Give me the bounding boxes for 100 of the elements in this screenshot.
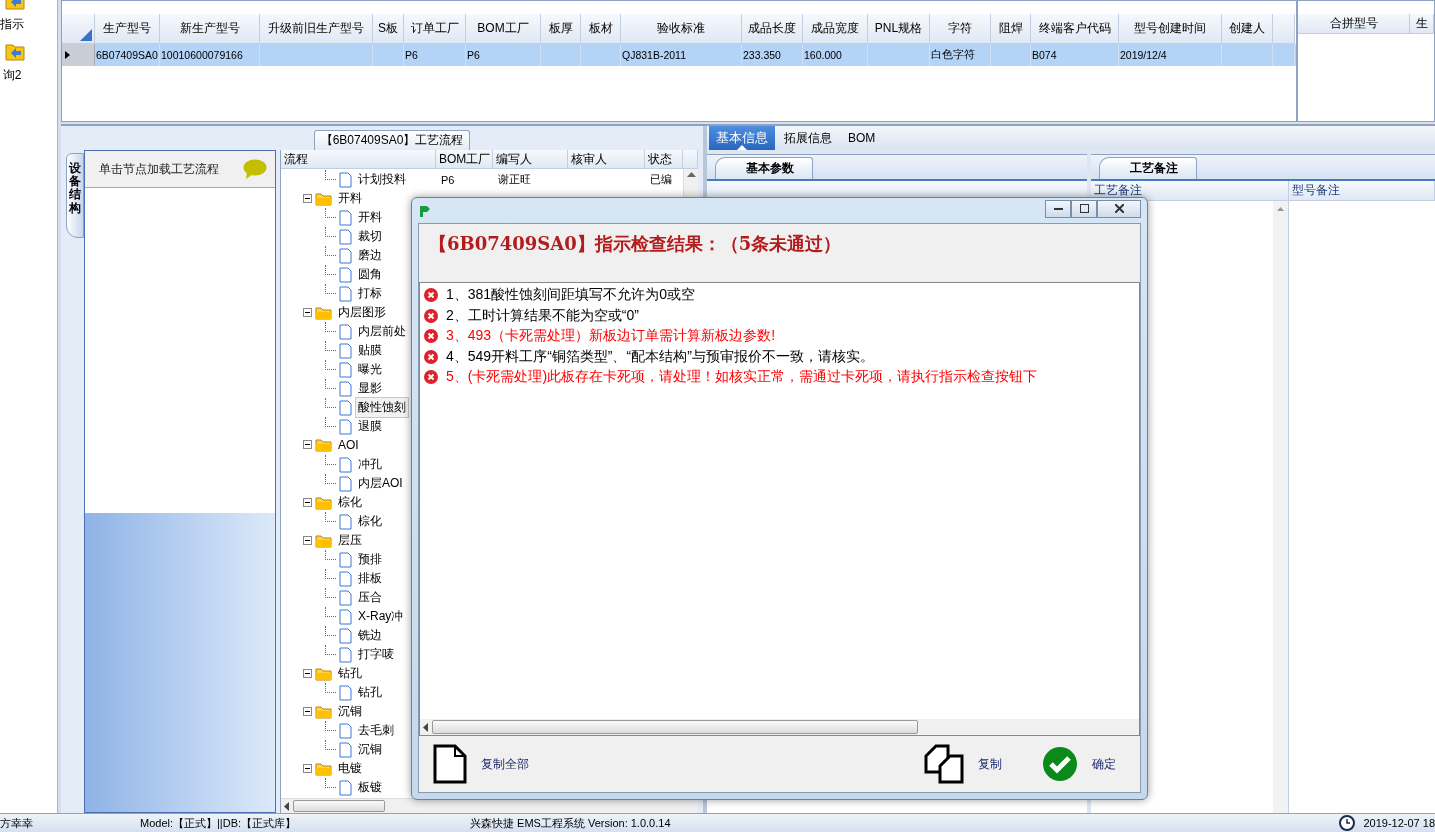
scroll-left-icon[interactable] bbox=[423, 722, 428, 732]
nav-label[interactable]: 指示 bbox=[0, 16, 24, 33]
column-header[interactable]: 创建人 bbox=[1222, 14, 1273, 44]
scrollbar[interactable] bbox=[420, 719, 1139, 735]
tab[interactable]: 基本信息 bbox=[709, 126, 775, 150]
tree-node[interactable]: 曝光 bbox=[355, 359, 385, 380]
tree-node[interactable]: X-Ray冲 bbox=[355, 606, 407, 627]
tree-node[interactable]: 板镀 bbox=[355, 777, 385, 798]
copy-icon bbox=[924, 744, 964, 784]
column-header[interactable]: 验收标准 bbox=[621, 14, 742, 44]
tree-node[interactable]: 去毛刺 bbox=[355, 720, 397, 741]
panel-tab[interactable]: 【6B07409SA0】工艺流程 bbox=[313, 130, 471, 150]
tab[interactable]: 拓展信息 bbox=[777, 126, 839, 150]
tree-node[interactable]: 贴膜 bbox=[355, 340, 385, 361]
tree-node[interactable]: 内层AOI bbox=[355, 473, 406, 494]
tree-node[interactable]: 酸性蚀刻 bbox=[355, 397, 409, 418]
column-header[interactable]: 合拼型号 bbox=[1298, 14, 1410, 34]
column-header[interactable]: 订单工厂 bbox=[404, 14, 466, 44]
side-tab[interactable]: 设备结构 bbox=[66, 153, 84, 238]
column-header[interactable]: 流程 bbox=[281, 150, 436, 169]
column-header[interactable]: 阻焊 bbox=[991, 14, 1031, 44]
column-header[interactable]: S板 bbox=[373, 14, 404, 44]
result-item[interactable]: 2、工时计算结果不能为空或“0” bbox=[446, 306, 639, 325]
collapse-icon[interactable] bbox=[303, 536, 312, 545]
collapse-icon[interactable] bbox=[303, 194, 312, 203]
close-button[interactable] bbox=[1097, 199, 1141, 218]
tree-node[interactable]: 沉铜 bbox=[355, 739, 385, 760]
result-item[interactable]: 1、381酸性蚀刻间距填写不允许为0或空 bbox=[446, 286, 695, 305]
tab[interactable]: BOM bbox=[841, 126, 883, 150]
scroll-thumb[interactable] bbox=[432, 720, 918, 734]
minimize-button[interactable] bbox=[1045, 199, 1071, 218]
scrollbar[interactable] bbox=[1273, 201, 1288, 813]
tree-node[interactable]: 铣边 bbox=[355, 625, 385, 646]
maximize-button[interactable] bbox=[1071, 199, 1097, 218]
tree-node[interactable]: 开料 bbox=[355, 207, 385, 228]
collapse-icon[interactable] bbox=[303, 669, 312, 678]
tree-node[interactable]: 开料 bbox=[335, 188, 365, 209]
collapse-icon[interactable] bbox=[303, 308, 312, 317]
table-row[interactable]: 6B07409SA0 10010600079166 P6 P6 QJ831B-2011 233.350 160.000 白色字符 B074 2019/12/4 bbox=[62, 44, 1296, 66]
collapse-icon[interactable] bbox=[303, 764, 312, 773]
row-header[interactable] bbox=[62, 44, 95, 66]
collapse-icon[interactable] bbox=[303, 707, 312, 716]
column-header[interactable]: 终端客户代码 bbox=[1031, 14, 1119, 44]
tree-node[interactable]: 沉铜 bbox=[335, 701, 365, 722]
tree-node[interactable]: 退膜 bbox=[355, 416, 385, 437]
column-header[interactable]: 型号创建时间 bbox=[1119, 14, 1222, 44]
scroll-thumb[interactable] bbox=[293, 800, 385, 812]
column-header[interactable]: 状态 bbox=[645, 150, 683, 169]
tree-node[interactable]: 打标 bbox=[355, 283, 385, 304]
scroll-up-icon[interactable] bbox=[1277, 207, 1284, 211]
nav-label[interactable]: 询2 bbox=[2, 67, 22, 84]
column-header[interactable]: BOM工厂 bbox=[436, 150, 493, 169]
scrollbar[interactable] bbox=[281, 798, 698, 813]
column-header[interactable]: 板材 bbox=[581, 14, 621, 44]
column-header[interactable]: 生 bbox=[1410, 14, 1434, 34]
scroll-left-icon[interactable] bbox=[284, 801, 289, 811]
panel-tab[interactable]: 基本参数 bbox=[715, 157, 813, 179]
column-header[interactable]: BOM工厂 bbox=[466, 14, 541, 44]
tree-node[interactable]: 计划投料 bbox=[355, 169, 409, 190]
confirm-button[interactable]: 确定 bbox=[1042, 746, 1116, 782]
column-header[interactable]: 成品长度 bbox=[742, 14, 803, 44]
column-header[interactable]: 新生产型号 bbox=[160, 14, 260, 44]
panel-tab[interactable]: 工艺备注 bbox=[1099, 157, 1197, 179]
collapse-icon[interactable] bbox=[303, 440, 312, 449]
tree-node[interactable]: 内层图形 bbox=[335, 302, 389, 323]
column-header[interactable]: 核审人 bbox=[568, 150, 645, 169]
column-header[interactable]: 工艺备注 bbox=[1091, 181, 1289, 201]
copy-button[interactable]: 复制 bbox=[924, 744, 1002, 784]
tree-node[interactable]: 磨边 bbox=[355, 245, 385, 266]
tree-node[interactable]: 层压 bbox=[335, 530, 365, 551]
tree-node[interactable]: 钻孔 bbox=[335, 663, 365, 684]
document-icon bbox=[339, 513, 352, 530]
tree-node[interactable]: 裁切 bbox=[355, 226, 385, 247]
tree-node[interactable]: 棕化 bbox=[335, 492, 365, 513]
tree-node[interactable]: 钻孔 bbox=[355, 682, 385, 703]
tree-node[interactable]: 冲孔 bbox=[355, 454, 385, 475]
collapse-icon[interactable] bbox=[303, 498, 312, 507]
column-header[interactable]: 生产型号 bbox=[95, 14, 160, 44]
tree-node[interactable]: AOI bbox=[335, 435, 362, 454]
tree-node[interactable]: 打字唛 bbox=[355, 644, 397, 665]
tree-node[interactable]: 电镀 bbox=[335, 758, 365, 779]
column-header[interactable]: 板厚 bbox=[541, 14, 581, 44]
column-header[interactable]: 升级前旧生产型号 bbox=[260, 14, 373, 44]
tree-node[interactable]: 内层前处 bbox=[355, 321, 409, 342]
column-header[interactable]: 型号备注 bbox=[1289, 181, 1435, 201]
column-header[interactable]: 成品宽度 bbox=[803, 14, 868, 44]
tree-node[interactable]: 压合 bbox=[355, 587, 385, 608]
tree-node[interactable]: 显影 bbox=[355, 378, 385, 399]
copy-all-button[interactable]: 复制全部 bbox=[433, 744, 529, 784]
tree-node[interactable]: 圆角 bbox=[355, 264, 385, 285]
result-item[interactable]: 5、(卡死需处理)此板存在卡死项，请处理！如核实正常，需通过卡死项，请执行指示检查按钮下 bbox=[446, 368, 1038, 387]
tree-node[interactable]: 预排 bbox=[355, 549, 385, 570]
column-header[interactable]: 编写人 bbox=[493, 150, 568, 169]
result-item[interactable]: 4、549开料工序“铜箔类型”、“配本结构”与预审报价不一致，请核实。 bbox=[446, 347, 874, 366]
tree-node[interactable]: 棕化 bbox=[355, 511, 385, 532]
result-item[interactable]: 3、493（卡死需处理）新板边订单需计算新板边参数! bbox=[446, 327, 776, 346]
column-header[interactable]: 字符 bbox=[930, 14, 991, 44]
tree-node[interactable]: 排板 bbox=[355, 568, 385, 589]
column-header[interactable]: PNL规格 bbox=[868, 14, 930, 44]
scroll-up-icon[interactable] bbox=[686, 172, 696, 177]
